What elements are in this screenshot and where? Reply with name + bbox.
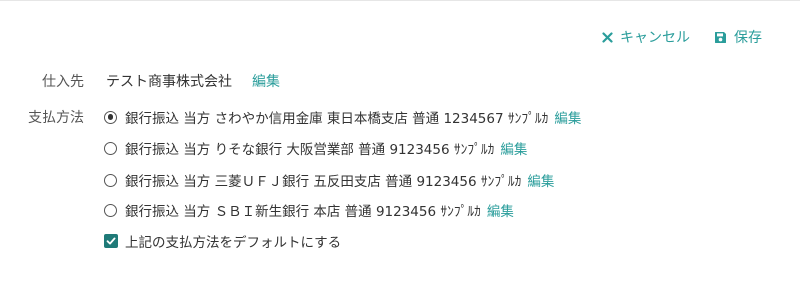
supplier-edit-link[interactable]: 編集 <box>252 71 280 91</box>
payment-option-radio[interactable] <box>104 173 117 187</box>
checkmark-icon <box>106 237 116 245</box>
default-payment-checkbox-row[interactable]: 上記の支払方法をデフォルトにする <box>104 231 341 251</box>
supplier-name: テスト商事株式会社 <box>106 74 232 90</box>
payment-option-radio[interactable] <box>104 141 117 155</box>
default-payment-checkbox-label: 上記の支払方法をデフォルトにする <box>125 235 342 251</box>
payment-option-text: 銀行振込 当方 ＳＢＩ新生銀行 本店 普通 9123456 ｻﾝﾌﾟﾙｶ <box>125 204 481 220</box>
payment-option-1[interactable]: 銀行振込 当方 さわやか信用金庫 東日本橋支店 普通 1234567 ｻﾝﾌﾟﾙ… <box>104 107 581 127</box>
payment-option-text: 銀行振込 当方 三菱ＵＦＪ銀行 五反田支店 普通 9123456 ｻﾝﾌﾟﾙｶ <box>125 174 522 190</box>
payment-method-label-row: 支払方法 <box>20 107 84 127</box>
close-icon <box>602 31 613 43</box>
save-icon <box>714 31 727 44</box>
save-button[interactable]: 保存 <box>714 27 762 47</box>
payment-method-label: 支払方法 <box>28 110 84 126</box>
payment-option-text: 銀行振込 当方 さわやか信用金庫 東日本橋支店 普通 1234567 ｻﾝﾌﾟﾙ… <box>125 111 549 127</box>
top-divider <box>0 0 800 1</box>
cancel-label: キャンセル <box>620 30 690 46</box>
payment-option-3[interactable]: 銀行振込 当方 三菱ＵＦＪ銀行 五反田支店 普通 9123456 ｻﾝﾌﾟﾙｶ … <box>104 170 554 190</box>
payment-option-text: 銀行振込 当方 りそな銀行 大阪営業部 普通 9123456 ｻﾝﾌﾟﾙｶ <box>125 142 495 158</box>
payment-option-radio[interactable] <box>104 110 117 124</box>
payment-option-edit-link[interactable]: 編集 <box>500 138 527 158</box>
payment-option-2[interactable]: 銀行振込 当方 りそな銀行 大阪営業部 普通 9123456 ｻﾝﾌﾟﾙｶ 編集 <box>104 138 527 158</box>
supplier-row: 仕入先 テスト商事株式会社 編集 <box>20 70 280 92</box>
payment-option-4[interactable]: 銀行振込 当方 ＳＢＩ新生銀行 本店 普通 9123456 ｻﾝﾌﾟﾙｶ 編集 <box>104 200 514 220</box>
supplier-label: 仕入先 <box>42 74 84 90</box>
cancel-button[interactable]: キャンセル <box>602 27 690 47</box>
payment-option-edit-link[interactable]: 編集 <box>527 170 554 190</box>
toolbar: キャンセル 保存 <box>602 27 762 47</box>
payment-option-radio[interactable] <box>104 203 117 217</box>
payment-option-edit-link[interactable]: 編集 <box>554 107 581 127</box>
payment-option-edit-link[interactable]: 編集 <box>487 200 514 220</box>
save-label: 保存 <box>734 30 762 46</box>
default-payment-checkbox[interactable] <box>104 234 118 248</box>
